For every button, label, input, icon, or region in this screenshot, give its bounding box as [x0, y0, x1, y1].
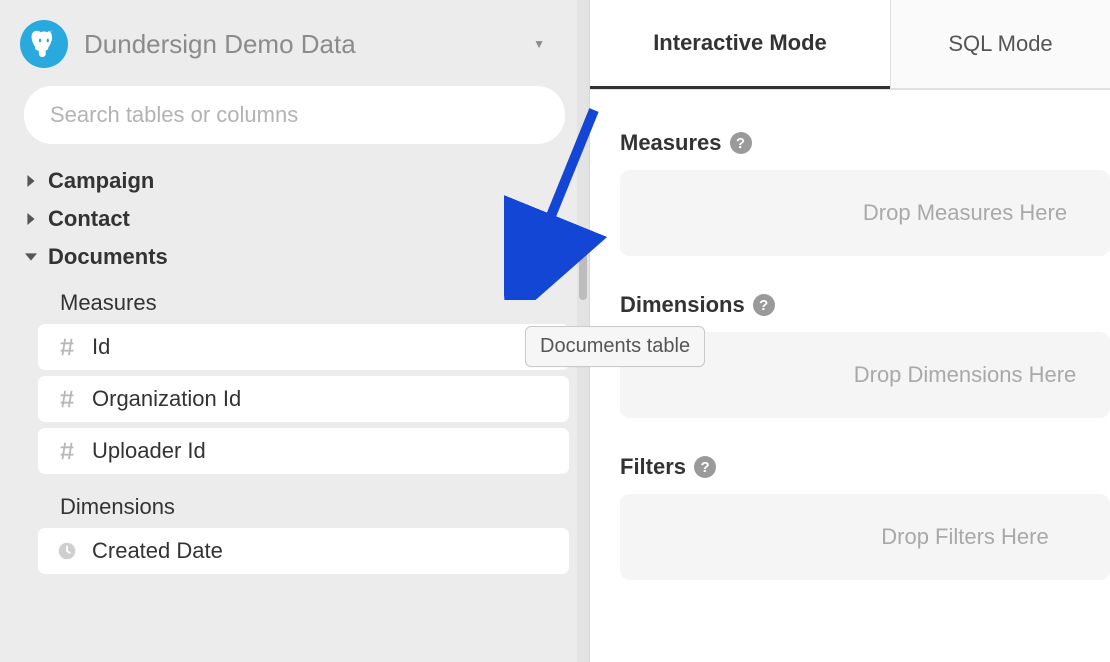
tree-item-documents[interactable]: Documents [18, 238, 569, 276]
number-icon [56, 336, 78, 358]
field-item[interactable]: Organization Id [38, 376, 569, 422]
field-label: Created Date [92, 538, 223, 564]
field-label: Uploader Id [92, 438, 206, 464]
table-tree: Campaign Contact Documents Measures [0, 162, 589, 580]
dropzone-measures[interactable]: Drop Measures Here [620, 170, 1110, 256]
chevron-down-icon [22, 251, 40, 263]
measures-header: Measures [18, 276, 569, 324]
help-icon[interactable]: ? [694, 456, 716, 478]
tooltip-documents-table: Documents table [525, 326, 705, 367]
builder-filters: Filters ? Drop Filters Here [620, 454, 1110, 580]
measures-list: Id Organization Id Uploader Id [18, 324, 569, 474]
dropzone-filters[interactable]: Drop Filters Here [620, 494, 1110, 580]
field-label: Id [92, 334, 110, 360]
tree-item-label: Documents [48, 244, 168, 270]
dimensions-header: Dimensions [18, 480, 569, 528]
sidebar: Dundersign Demo Data ▼ Campaign Contact … [0, 0, 590, 662]
chevron-right-icon [22, 213, 40, 225]
field-label: Organization Id [92, 386, 241, 412]
chevron-right-icon [22, 175, 40, 187]
field-item[interactable]: Id [38, 324, 569, 370]
builder-label-measures: Measures ? [620, 130, 1110, 156]
builder-measures: Measures ? Drop Measures Here [620, 130, 1110, 256]
table-icon[interactable] [543, 246, 565, 268]
clock-icon [56, 540, 78, 562]
help-icon[interactable]: ? [753, 294, 775, 316]
mode-tabs: Interactive Mode SQL Mode [590, 0, 1110, 90]
search-wrap [0, 86, 589, 162]
builder-label-filters: Filters ? [620, 454, 1110, 480]
database-name: Dundersign Demo Data [84, 29, 517, 60]
field-item[interactable]: Created Date [38, 528, 569, 574]
number-icon [56, 388, 78, 410]
tree-item-contact[interactable]: Contact [18, 200, 569, 238]
field-item[interactable]: Uploader Id [38, 428, 569, 474]
help-icon[interactable]: ? [730, 132, 752, 154]
tree-item-label: Contact [48, 206, 130, 232]
builder-label-dimensions: Dimensions ? [620, 292, 1110, 318]
dimensions-list: Created Date [18, 528, 569, 574]
tab-sql-mode[interactable]: SQL Mode [890, 0, 1110, 89]
tree-item-label: Campaign [48, 168, 154, 194]
postgres-icon [20, 20, 68, 68]
key-icon[interactable] [509, 246, 531, 268]
search-input[interactable] [24, 86, 565, 144]
tree-item-campaign[interactable]: Campaign [18, 162, 569, 200]
chevron-down-icon: ▼ [533, 37, 545, 51]
tab-interactive-mode[interactable]: Interactive Mode [590, 0, 890, 89]
database-selector[interactable]: Dundersign Demo Data ▼ [20, 20, 569, 68]
scrollbar-thumb[interactable] [579, 230, 587, 300]
number-icon [56, 440, 78, 462]
